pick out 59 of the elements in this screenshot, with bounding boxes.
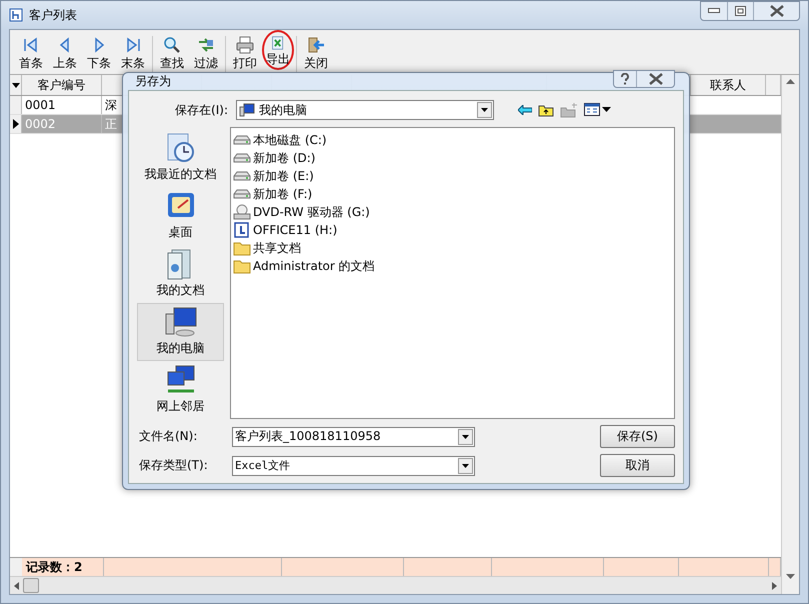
places-item[interactable]: 网上邻居 — [137, 361, 224, 419]
toolbar-button[interactable]: 打印 — [228, 36, 262, 72]
places-item[interactable]: 我的电脑 — [137, 303, 224, 361]
minimize-icon — [708, 8, 720, 14]
close-icon — [768, 5, 784, 17]
search-icon — [163, 36, 181, 54]
arrows-icon — [197, 36, 215, 54]
table-cell: 0001 — [22, 96, 102, 114]
file-item[interactable]: OFFICE11 (H:) — [253, 223, 338, 237]
view-menu-icon[interactable] — [584, 103, 612, 117]
app-icon — [9, 8, 23, 22]
save-button[interactable]: 保存(S) — [600, 425, 675, 448]
toolbar-button[interactable]: 上条 — [48, 36, 82, 72]
toolbar-button[interactable]: 查找 — [155, 36, 189, 72]
skip-first-icon — [22, 36, 40, 54]
toolbar-button[interactable]: 首条 — [14, 36, 48, 72]
save-in-dropdown[interactable]: 我的电脑 — [236, 100, 494, 120]
scroll-thumb[interactable] — [23, 578, 39, 593]
current-row-icon — [12, 119, 18, 129]
places-item[interactable]: 我的文档 — [137, 245, 224, 303]
close-icon — [648, 72, 664, 84]
dropdown-caret-icon[interactable] — [10, 75, 22, 95]
toolbar-button[interactable]: 末条 — [116, 36, 150, 72]
file-type-label: 保存类型(T): — [138, 457, 209, 474]
file-item[interactable]: 新加卷 (D:) — [253, 150, 316, 166]
toolbar-button[interactable]: 下条 — [82, 36, 116, 72]
printer-icon — [236, 36, 254, 54]
dialog-title: 另存为 — [135, 73, 171, 90]
column-header: 联系人 — [691, 75, 766, 95]
row-header[interactable] — [10, 115, 22, 133]
file-item[interactable]: 新加卷 (E:) — [253, 168, 314, 184]
back-arrow-icon[interactable] — [518, 105, 532, 115]
toolbar-button[interactable]: 关闭 — [299, 36, 333, 72]
file-item[interactable]: Administrator 的文档 — [253, 258, 375, 274]
toolbar-button[interactable]: 过滤 — [189, 36, 223, 72]
window-title: 客户列表 — [29, 6, 77, 24]
computer-icon — [239, 103, 255, 117]
folder-icon — [233, 258, 251, 274]
places-item[interactable]: 桌面 — [137, 187, 224, 245]
scroll-right-icon[interactable] — [772, 582, 777, 590]
toolbar-button[interactable]: 导出 — [262, 30, 294, 70]
file-type-dropdown[interactable]: Excel文件 — [232, 456, 475, 476]
computer-icon — [164, 306, 198, 338]
help-icon — [620, 72, 630, 84]
file-item[interactable]: 本地磁盘 (C:) — [253, 132, 327, 148]
folder-icon — [233, 240, 251, 256]
file-item[interactable]: 新加卷 (F:) — [253, 186, 312, 202]
file-name-label: 文件名(N): — [138, 428, 198, 445]
file-item[interactable]: 共享文档 — [253, 240, 301, 256]
disc-drive-icon — [233, 204, 251, 220]
maximize-icon — [735, 6, 746, 16]
table-cell: 0002 — [22, 115, 102, 133]
exit-door-icon — [307, 36, 325, 54]
column-header: 客户编号 — [22, 75, 102, 95]
cancel-button[interactable]: 取消 — [600, 454, 675, 477]
scroll-left-icon[interactable] — [14, 582, 19, 590]
up-folder-icon[interactable] — [538, 103, 554, 117]
file-name-field[interactable]: 客户列表_100818110958 — [232, 426, 475, 446]
file-item[interactable]: DVD-RW 驱动器 (G:) — [253, 204, 370, 220]
